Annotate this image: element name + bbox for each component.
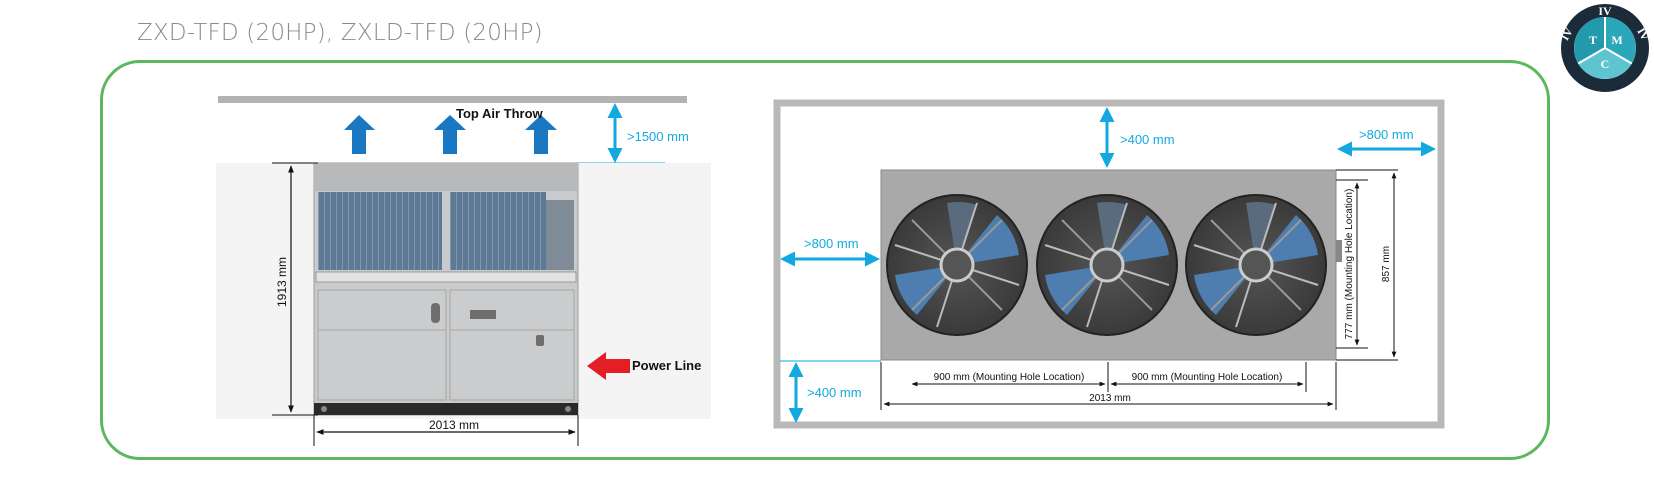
diagram-canvas: Top Air Throw >1500 mm 1913 mm 2013 mm P… <box>216 96 1445 446</box>
panel-door-right <box>449 289 575 401</box>
coil-side <box>546 200 574 270</box>
bottom-clearance-label: >400 mm <box>807 385 862 400</box>
top-clearance-label: >1500 mm <box>627 129 689 144</box>
ceiling-bar <box>218 96 687 103</box>
top-clearance-label-right: >400 mm <box>1120 132 1175 147</box>
coil-left <box>318 192 442 270</box>
rail <box>315 271 577 283</box>
hole-depth-label: 777 mm (Mounting Hole Location) <box>1344 189 1355 340</box>
right-top-view: >400 mm >800 mm >800 mm >400 mm 900 mm (… <box>773 99 1445 429</box>
handle-left <box>431 303 440 323</box>
panel-door-left <box>317 289 447 401</box>
unit-top-panel <box>314 163 578 191</box>
unit-base <box>314 403 578 415</box>
hole-spacing-2-label: 900 mm (Mounting Hole Location) <box>1132 372 1283 383</box>
left-front-view: Top Air Throw >1500 mm 1913 mm 2013 mm P… <box>216 96 711 446</box>
fan-2 <box>1036 194 1178 336</box>
width-label: 2013 mm <box>429 418 479 432</box>
height-label: 1913 mm <box>275 257 289 307</box>
total-width-label: 2013 mm <box>1089 393 1131 404</box>
fan-3 <box>1185 194 1327 336</box>
right-clearance-label: >800 mm <box>1359 127 1414 142</box>
fan-unit-connector <box>1336 240 1342 262</box>
top-air-throw-label: Top Air Throw <box>456 106 544 121</box>
power-line-label: Power Line <box>632 358 701 373</box>
coil-right <box>450 192 546 270</box>
lock-right <box>536 335 544 346</box>
vent-right <box>470 310 496 319</box>
hole-spacing-1-label: 900 mm (Mounting Hole Location) <box>934 372 1085 383</box>
depth-label: 857 mm <box>1381 246 1392 282</box>
air-arrow-1 <box>344 115 375 154</box>
fan-1 <box>886 194 1028 336</box>
left-clearance-label: >800 mm <box>804 236 859 251</box>
